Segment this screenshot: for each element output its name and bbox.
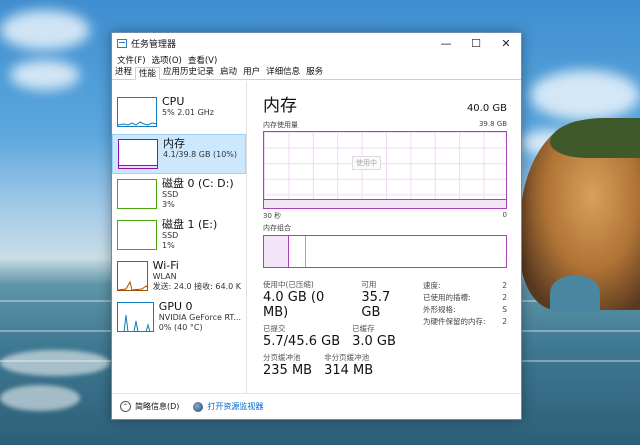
- memory-usage-graph[interactable]: 使用中: [263, 131, 507, 209]
- usage-graph-label: 内存使用量: [263, 121, 298, 129]
- menu-options[interactable]: 选项(O): [149, 54, 185, 66]
- tab-startup[interactable]: 启动: [217, 66, 240, 79]
- menu-view[interactable]: 查看(V): [185, 54, 220, 66]
- detail-label: 为硬件保留的内存:: [423, 317, 486, 326]
- usage-graph-fill: [264, 200, 506, 208]
- task-manager-icon: [117, 38, 127, 48]
- cached-label: 已缓存: [352, 324, 375, 333]
- page-title: 内存: [263, 96, 297, 116]
- open-resource-monitor-link[interactable]: 打开资源监视器: [207, 401, 263, 412]
- composition-modified: [305, 236, 307, 267]
- committed-label: 已提交: [263, 324, 286, 333]
- detail-value: 2: [502, 281, 507, 290]
- close-button[interactable]: ✕: [491, 33, 521, 53]
- tab-bar: 进程 性能 应用历史记录 启动 用户 详细信息 服务: [112, 66, 521, 80]
- wifi-thumbnail-graph: [117, 261, 148, 291]
- detail-label: 外形规格:: [423, 305, 456, 314]
- cached-value: 3.0 GB: [352, 334, 396, 349]
- sidebar-item-detail: 1%: [162, 241, 175, 250]
- in-use-value: 4.0 GB (0 MB): [263, 290, 325, 320]
- sidebar-item-memory[interactable]: 内存 4.1/39.8 GB (10%): [112, 134, 246, 174]
- sidebar-item-name: 磁盘 1 (E:): [162, 218, 218, 231]
- paged-pool-label: 分页缓冲池: [263, 353, 301, 362]
- resource-list: CPU 5% 2.01 GHz 内存 4.1/39.8 GB (10%) 磁盘 …: [112, 81, 247, 393]
- footer-bar: ⌃ 简略信息(D) 打开资源监视器: [112, 393, 521, 419]
- tab-app-history[interactable]: 应用历史记录: [160, 66, 217, 79]
- tab-performance[interactable]: 性能: [135, 67, 161, 80]
- sidebar-item-gpu-0[interactable]: GPU 0 NVIDIA GeForce RT... 0% (40 °C): [112, 298, 246, 338]
- sidebar-item-detail: 0% (40 °C): [158, 323, 203, 332]
- memory-total: 40.0 GB: [466, 103, 507, 114]
- sidebar-item-detail: SSD: [162, 190, 179, 199]
- available-value: 35.7 GB: [361, 290, 391, 320]
- resource-monitor-icon: [193, 401, 204, 412]
- cpu-thumbnail-graph: [117, 97, 157, 127]
- detail-value: S: [502, 305, 507, 314]
- committed-value: 5.7/45.6 GB: [263, 334, 341, 349]
- sidebar-item-name: 内存: [163, 137, 185, 150]
- sidebar-item-name: Wi-Fi: [152, 259, 179, 272]
- sidebar-item-wifi[interactable]: Wi-Fi WLAN 发送: 24.0 接收: 64.0 K: [112, 257, 246, 297]
- disk-1-thumbnail-graph: [117, 220, 157, 250]
- in-use-label: 使用中(已压缩): [263, 280, 314, 289]
- sidebar-item-disk-1[interactable]: 磁盘 1 (E:) SSD 1%: [112, 216, 246, 256]
- tab-services[interactable]: 服务: [303, 66, 326, 79]
- paged-pool-value: 235 MB: [263, 363, 313, 378]
- task-manager-window: 任务管理器 — ☐ ✕ 文件(F) 选项(O) 查看(V) 进程 性能 应用历史…: [111, 32, 522, 420]
- title-bar[interactable]: 任务管理器 — ☐ ✕: [112, 33, 521, 53]
- composition-in-use: [264, 236, 290, 267]
- detail-value: 2: [502, 293, 507, 302]
- graph-tooltip: 使用中: [352, 156, 381, 170]
- detail-label: 速度:: [423, 281, 441, 290]
- sidebar-item-disk-0[interactable]: 磁盘 0 (C: D:) SSD 3%: [112, 175, 246, 215]
- sidebar-item-detail: NVIDIA GeForce RT...: [158, 313, 241, 322]
- tab-details[interactable]: 详细信息: [263, 66, 303, 79]
- usage-graph-max: 39.8 GB: [478, 120, 507, 128]
- chevron-up-icon[interactable]: ⌃: [120, 401, 131, 412]
- fewer-details-button[interactable]: 简略信息(D): [135, 401, 179, 412]
- graph-time-left: 30 秒: [263, 212, 282, 220]
- sidebar-item-detail: SSD: [162, 231, 179, 240]
- window-title: 任务管理器: [131, 39, 177, 50]
- memory-details: 速度: 2 已使用的插槽: 2 外形规格: S 为硬件保留的内存: 2: [423, 280, 507, 382]
- menu-file[interactable]: 文件(F): [114, 54, 149, 66]
- detail-label: 已使用的插槽:: [423, 293, 471, 302]
- tab-processes[interactable]: 进程: [112, 66, 135, 79]
- memory-thumbnail-graph: [118, 139, 158, 169]
- sidebar-item-detail: 5% 2.01 GHz: [162, 108, 215, 117]
- graph-time-right: 0: [502, 211, 507, 219]
- sidebar-item-cpu[interactable]: CPU 5% 2.01 GHz: [112, 93, 246, 133]
- sidebar-item-name: CPU: [162, 95, 185, 108]
- sidebar-item-name: 磁盘 0 (C: D:): [162, 177, 234, 190]
- sidebar-item-name: GPU 0: [158, 300, 193, 313]
- sidebar-item-detail: 3%: [162, 200, 175, 209]
- maximize-button[interactable]: ☐: [461, 33, 491, 53]
- composition-label: 内存组合: [263, 224, 291, 232]
- sidebar-item-detail: 4.1/39.8 GB (10%): [163, 150, 238, 159]
- menu-bar: 文件(F) 选项(O) 查看(V): [112, 53, 521, 66]
- nonpaged-pool-value: 314 MB: [324, 363, 374, 378]
- usage-graph-line: [264, 199, 506, 200]
- tab-users[interactable]: 用户: [240, 66, 263, 79]
- available-label: 可用: [361, 280, 377, 289]
- gpu-0-thumbnail-graph: [117, 302, 154, 332]
- disk-0-thumbnail-graph: [117, 179, 157, 209]
- sidebar-item-detail: WLAN: [152, 272, 177, 281]
- minimize-button[interactable]: —: [431, 33, 461, 53]
- detail-value: 2: [502, 317, 507, 326]
- memory-composition-bar[interactable]: [263, 235, 507, 268]
- nonpaged-pool-label: 非分页缓冲池: [324, 353, 370, 362]
- memory-detail-panel: 内存 40.0 GB 内存使用量 39.8 GB 使用中 30 秒 0 内存组合: [247, 81, 521, 393]
- sidebar-item-detail: 发送: 24.0 接收: 64.0 K: [152, 282, 241, 291]
